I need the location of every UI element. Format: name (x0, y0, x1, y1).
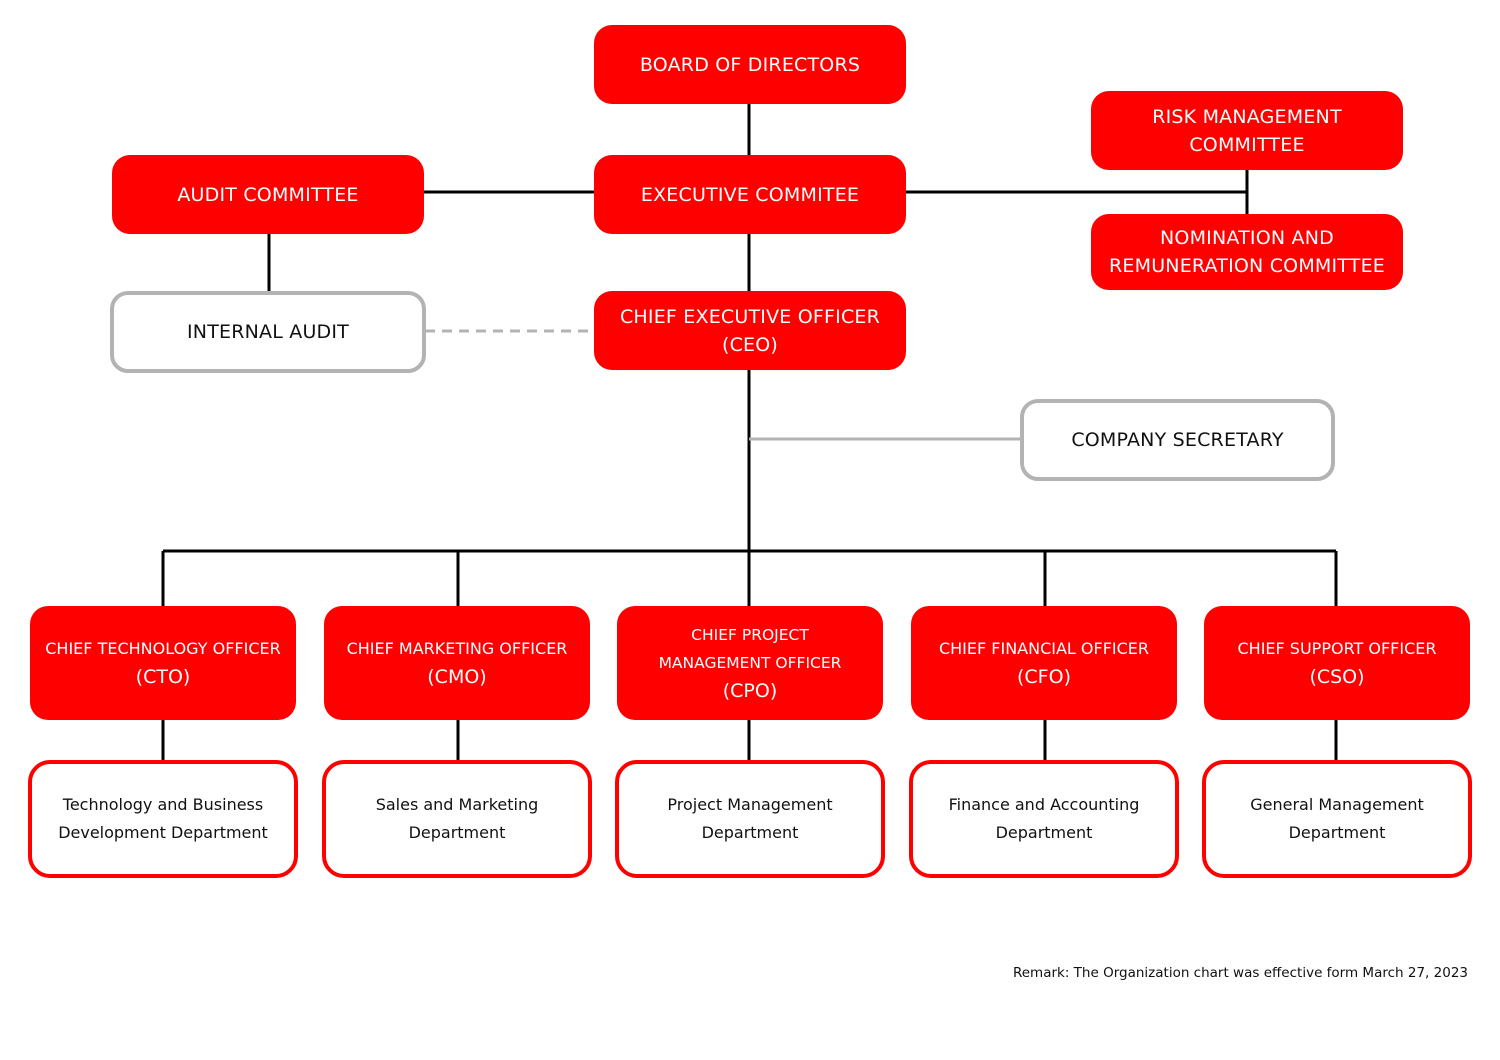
nomination-line-1: NOMINATION AND (1160, 227, 1334, 249)
department-line-2: Department (701, 823, 799, 842)
officer-title: CHIEF TECHNOLOGY OFFICER (45, 639, 281, 658)
internal-audit-label: INTERNAL AUDIT (186, 321, 349, 343)
nomination-line-2: REMUNERATION COMMITTEE (1109, 255, 1385, 277)
risk-committee-line-2: COMMITTEE (1189, 133, 1305, 156)
ceo-box: CHIEF EXECUTIVE OFFICER (CEO) (594, 291, 906, 370)
department-line-1: Technology and Business (62, 795, 264, 814)
officer-abbr: (CMO) (427, 666, 487, 688)
ceo-abbr: (CEO) (721, 333, 779, 356)
officer-box-cso: CHIEF SUPPORT OFFICER (CSO) (1204, 606, 1470, 720)
officer-title-line-1: CHIEF PROJECT (691, 626, 809, 644)
officer-abbr: (CSO) (1309, 666, 1365, 688)
ceo-title: CHIEF EXECUTIVE OFFICER (619, 305, 881, 328)
department-line-1: General Management (1250, 795, 1424, 814)
department-box-general: General Management Department (1202, 760, 1472, 878)
department-line-2: Development Department (58, 823, 268, 842)
officer-box-cpo: CHIEF PROJECT MANAGEMENT OFFICER (CPO) (617, 606, 883, 720)
audit-committee-label: AUDIT COMMITTEE (177, 183, 359, 206)
internal-audit-box: INTERNAL AUDIT (110, 291, 426, 373)
company-secretary-label: COMPANY SECRETARY (1071, 429, 1284, 451)
officer-abbr: (CTO) (135, 666, 191, 688)
company-secretary-box: COMPANY SECRETARY (1020, 399, 1335, 481)
department-line-1: Project Management (667, 795, 833, 814)
department-line-2: Department (995, 823, 1093, 842)
department-box-finance: Finance and Accounting Department (909, 760, 1179, 878)
officer-title-line-2: MANAGEMENT OFFICER (658, 654, 842, 672)
remark-note: Remark: The Organization chart was effec… (1012, 965, 1468, 981)
officer-title: CHIEF SUPPORT OFFICER (1237, 639, 1437, 658)
officer-box-cfo: CHIEF FINANCIAL OFFICER (CFO) (911, 606, 1177, 720)
board-of-directors-label: BOARD OF DIRECTORS (639, 53, 861, 76)
officer-box-cto: CHIEF TECHNOLOGY OFFICER (CTO) (30, 606, 296, 720)
officer-title: CHIEF FINANCIAL OFFICER (938, 639, 1150, 658)
executive-committee-label: EXECUTIVE COMMITEE (640, 183, 860, 206)
board-of-directors-box: BOARD OF DIRECTORS (594, 25, 906, 104)
officer-title: CHIEF MARKETING OFFICER (346, 639, 568, 658)
audit-committee-box: AUDIT COMMITTEE (112, 155, 424, 234)
department-line-2: Department (408, 823, 506, 842)
department-line-1: Finance and Accounting (948, 795, 1140, 814)
department-box-project: Project Management Department (615, 760, 885, 878)
executive-committee-box: EXECUTIVE COMMITEE (594, 155, 906, 234)
officer-abbr: (CPO) (722, 680, 778, 702)
department-box-technology: Technology and Business Development Depa… (28, 760, 298, 878)
risk-committee-line-1: RISK MANAGEMENT (1152, 105, 1342, 128)
risk-management-committee-box: RISK MANAGEMENT COMMITTEE (1091, 91, 1403, 170)
department-line-1: Sales and Marketing (375, 795, 539, 814)
department-box-sales: Sales and Marketing Department (322, 760, 592, 878)
officer-abbr: (CFO) (1017, 666, 1071, 688)
nomination-remuneration-committee-box: NOMINATION AND REMUNERATION COMMITTEE (1091, 214, 1403, 290)
officer-box-cmo: CHIEF MARKETING OFFICER (CMO) (324, 606, 590, 720)
department-line-2: Department (1288, 823, 1386, 842)
